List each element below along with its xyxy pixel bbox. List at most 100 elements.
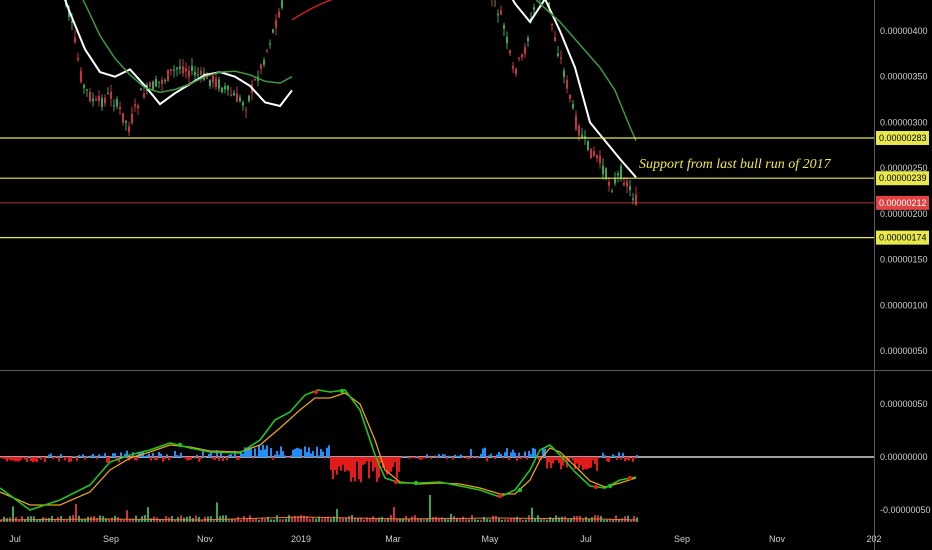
volume-bar bbox=[381, 516, 383, 522]
macd-histogram-bar bbox=[502, 457, 504, 459]
macd-histogram-bar bbox=[34, 457, 36, 462]
volume-bar bbox=[111, 517, 113, 522]
macd-histogram-bar bbox=[448, 455, 450, 457]
candle-body bbox=[596, 155, 598, 159]
macd-histogram-bar bbox=[40, 457, 42, 460]
macd-histogram-bar bbox=[276, 450, 278, 457]
macd-histogram-bar bbox=[576, 457, 578, 464]
candle-body bbox=[173, 69, 175, 71]
macd-histogram-bar bbox=[420, 457, 422, 460]
macd-histogram-bar bbox=[64, 457, 66, 461]
macd-histogram-bar bbox=[392, 457, 394, 468]
volume-bar bbox=[585, 516, 587, 522]
time-tick-label: 202 bbox=[866, 534, 881, 544]
macd-histogram-bar bbox=[70, 457, 72, 462]
volume-bar bbox=[564, 516, 566, 522]
macd-histogram-bar bbox=[160, 453, 162, 457]
volume-bar bbox=[372, 516, 374, 522]
volume-bar bbox=[234, 519, 236, 522]
macd-histogram-bar bbox=[474, 456, 476, 457]
macd-histogram-bar bbox=[616, 457, 618, 461]
price-tick-label: 0.00000300 bbox=[880, 117, 928, 127]
macd-histogram-bar bbox=[488, 455, 490, 457]
macd-histogram-bar bbox=[352, 457, 354, 478]
volume-bar bbox=[516, 516, 518, 522]
volume-bar bbox=[384, 519, 386, 522]
macd-histogram-bar bbox=[554, 457, 556, 461]
candle-body bbox=[212, 75, 214, 83]
macd-histogram-bar bbox=[390, 457, 392, 472]
volume-bar bbox=[72, 515, 74, 522]
macd-histogram-bar bbox=[298, 448, 300, 457]
macd-cross-marker bbox=[627, 475, 633, 481]
macd-histogram-bar bbox=[610, 456, 612, 457]
candle-body bbox=[140, 88, 142, 91]
candle-body bbox=[110, 91, 112, 99]
macd-cross-marker bbox=[339, 388, 345, 394]
candle-body bbox=[134, 104, 136, 107]
macd-histogram-bar bbox=[54, 457, 56, 458]
volume-bar bbox=[30, 516, 32, 522]
volume-bar bbox=[441, 517, 443, 522]
candle-body bbox=[572, 104, 574, 109]
macd-histogram-bar bbox=[492, 457, 494, 458]
candle-body bbox=[521, 54, 523, 58]
macd-histogram-bar bbox=[332, 457, 334, 480]
macd-histogram-bar bbox=[358, 457, 360, 480]
volume-bar bbox=[525, 519, 527, 522]
price-chart[interactable]: 0.000004000.000003500.000003000.00000250… bbox=[0, 0, 932, 550]
volume-bar bbox=[636, 517, 638, 522]
macd-histogram-bar bbox=[418, 457, 420, 460]
macd-histogram-bar bbox=[26, 457, 28, 462]
volume-bar bbox=[522, 519, 524, 522]
macd-histogram-bar bbox=[468, 457, 470, 460]
volume-bar bbox=[225, 515, 227, 522]
macd-histogram-bar bbox=[372, 457, 374, 472]
macd-histogram-bar bbox=[4, 457, 6, 460]
macd-histogram-bar bbox=[476, 457, 478, 459]
macd-histogram-bar bbox=[522, 457, 524, 458]
macd-histogram-bar bbox=[208, 453, 210, 457]
macd-histogram-bar bbox=[94, 455, 96, 457]
candle-body bbox=[215, 78, 217, 87]
candle-body bbox=[170, 69, 172, 71]
volume-bar bbox=[195, 515, 197, 522]
macd-histogram-bar bbox=[48, 454, 50, 457]
macd-histogram-bar bbox=[0, 457, 2, 459]
macd-histogram-bar bbox=[198, 457, 200, 462]
macd-histogram-bar bbox=[96, 457, 98, 460]
macd-histogram-bar bbox=[362, 457, 364, 465]
macd-histogram-bar bbox=[366, 457, 368, 462]
macd-histogram-bar bbox=[632, 457, 634, 462]
volume-bar bbox=[567, 519, 569, 522]
price-tick-label: 0.00000100 bbox=[880, 300, 928, 310]
macd-histogram-bar bbox=[384, 457, 386, 468]
candle-body bbox=[188, 70, 190, 77]
macd-histogram-bar bbox=[528, 450, 530, 457]
macd-histogram-bar bbox=[86, 456, 88, 457]
macd-histogram-bar bbox=[618, 452, 620, 457]
candle-body bbox=[92, 98, 94, 102]
candle-body bbox=[587, 140, 589, 150]
candle-body bbox=[98, 95, 100, 102]
macd-histogram-bar bbox=[346, 457, 348, 471]
macd-histogram-bar bbox=[424, 457, 426, 459]
macd-histogram-bar bbox=[508, 457, 510, 460]
candle-body bbox=[590, 148, 592, 159]
macd-tick-label: 0.00000050 bbox=[880, 399, 928, 409]
volume-bar bbox=[180, 515, 182, 522]
macd-histogram-bar bbox=[136, 457, 138, 461]
macd-histogram-bar bbox=[254, 448, 256, 457]
macd-histogram-bar bbox=[608, 457, 610, 462]
macd-histogram-bar bbox=[324, 457, 326, 459]
macd-histogram-bar bbox=[310, 453, 312, 457]
candle-body bbox=[155, 78, 157, 87]
volume-bar bbox=[606, 519, 608, 522]
candle-body bbox=[158, 81, 160, 83]
macd-histogram-bar bbox=[188, 457, 190, 461]
candle-body bbox=[218, 79, 220, 89]
macd-histogram-bar bbox=[90, 455, 92, 457]
volume-bar bbox=[363, 519, 365, 522]
macd-histogram-bar bbox=[560, 457, 562, 470]
macd-histogram-bar bbox=[572, 457, 574, 461]
